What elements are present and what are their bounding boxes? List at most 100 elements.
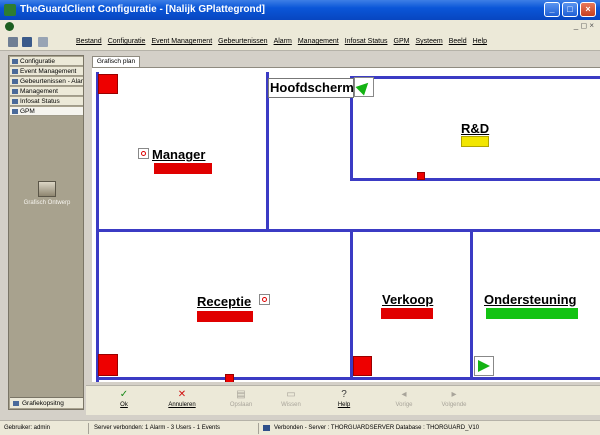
tab-graphic-plan[interactable]: Grafisch plan (92, 56, 140, 67)
floorplan-designer-icon (38, 181, 56, 197)
menu-item-help[interactable]: Help (473, 38, 487, 45)
ok-button[interactable]: ✓ Ok (106, 389, 142, 408)
wall (350, 178, 600, 181)
button-label: Help (337, 402, 351, 408)
sensor-icon[interactable] (138, 148, 149, 159)
camera-icon[interactable] (354, 77, 374, 97)
sensor-icon[interactable] (259, 294, 270, 305)
close-button[interactable]: × (580, 2, 596, 17)
room-label-receptie[interactable]: Receptie (197, 295, 251, 309)
folder-icon (12, 89, 18, 94)
status-user: Gebruiker: admin (4, 425, 51, 431)
rnd-status-bar (461, 136, 489, 147)
status-connection: Verbonden - Server : THORGUARDSERVER Dat… (274, 425, 480, 431)
room-label-manager[interactable]: Manager (152, 148, 205, 162)
annuleren-button[interactable]: ✕ Annuleren (164, 389, 200, 408)
sidebar-item-gpm[interactable]: GPM (10, 107, 83, 116)
room-label-verkoop[interactable]: Verkoop (382, 293, 433, 307)
sidebar-item-gebeurtenissen-alar[interactable]: Gebeurtenissen - Alar (10, 77, 83, 86)
help-button[interactable]: ? Help (326, 389, 362, 408)
status-icon (12, 99, 18, 104)
status-bar: Gebruiker: admin Server verbonden: 1 Ala… (0, 420, 600, 435)
refresh-icon[interactable] (8, 37, 18, 47)
button-label: Opslaan (229, 402, 253, 408)
checkmark-icon: ✓ (119, 389, 129, 400)
menu-bar: Bestand Configuratie Event Management Gebeu… (0, 34, 600, 51)
status-separator (258, 423, 259, 434)
sidebar-item-label: Event Management (20, 68, 77, 75)
sidebar-item-event-management[interactable]: Event Management (10, 67, 83, 76)
wall (96, 377, 600, 380)
sidebar-item-label: Gebeurtenissen - Alar (20, 78, 83, 85)
button-label: Annuleren (168, 402, 196, 408)
window-icon[interactable] (38, 37, 48, 47)
manager-status-bar (154, 163, 212, 174)
menu-item-gebeurtenissen[interactable]: Gebeurtenissen (218, 38, 267, 45)
vorige-button[interactable]: ◂ Vorige (386, 389, 422, 408)
door-sensor[interactable] (225, 374, 234, 382)
button-label: Volgende (441, 402, 467, 408)
room-label-rnd[interactable]: R&D (461, 122, 489, 136)
door-sensor[interactable] (417, 172, 425, 180)
save-icon: ▤ (236, 389, 246, 400)
wall (470, 231, 473, 379)
sidebar-item-infosat-status[interactable]: Infosat Status (10, 97, 83, 106)
menu-item-systeem[interactable]: Systeem (415, 38, 442, 45)
room-label-ondersteuning[interactable]: Ondersteuning (484, 293, 576, 307)
camera-icon[interactable] (474, 356, 494, 376)
button-label: Ok (120, 402, 128, 408)
alarm-zone-square[interactable] (353, 356, 372, 376)
button-label: Wissen (281, 402, 301, 408)
list-icon (12, 79, 18, 84)
maximize-button[interactable]: □ (562, 2, 578, 17)
title-bar: TheGuardClient Configuratie - [Nalijk GP… (0, 0, 600, 20)
room-label-hoofdscherm[interactable]: Hoofdscherm (270, 81, 354, 95)
minimize-button[interactable]: _ (544, 2, 560, 17)
mdi-bar: _ ◻ × (0, 20, 600, 34)
sidebar-item-label: GPM (20, 108, 35, 115)
alarm-zone-square[interactable] (98, 354, 118, 376)
receptie-status-bar (197, 311, 253, 322)
sidebar-item-management[interactable]: Management (10, 87, 83, 96)
sidebar-bottom-label: Grafiekopsitng (22, 400, 64, 407)
menu-item-management[interactable]: Management (298, 38, 339, 45)
alarm-zone-square[interactable] (98, 74, 118, 94)
menu-item-configuratie[interactable]: Configuratie (108, 38, 146, 45)
app-icon (4, 4, 16, 16)
wall (96, 229, 600, 232)
menu-item-infosat-status[interactable]: Infosat Status (345, 38, 388, 45)
sidebar-item-label: Configuratie (20, 58, 56, 65)
menu-item-gpm[interactable]: GPM (394, 38, 410, 45)
action-toolbar: ✓ Ok ✕ Annuleren ▤ Opslaan ▭ Wissen? Help ◂ Vorige… (86, 385, 600, 415)
menu-items: Bestand Configuratie Event Management Gebeu… (76, 38, 487, 45)
volgende-button[interactable]: ▸ Volgende (436, 389, 472, 408)
connection-icon (263, 425, 270, 431)
menu-item-alarm[interactable]: Alarm (274, 38, 292, 45)
menu-item-event-management[interactable]: Event Management (151, 38, 212, 45)
opslaan-button[interactable]: ▤ Opslaan (223, 389, 259, 408)
wall (96, 72, 99, 382)
wall (350, 76, 600, 79)
chart-icon (13, 401, 19, 406)
sidebar-item-label: Infosat Status (20, 98, 60, 105)
status-server: Server verbonden: 1 Alarm - 3 Users - 1 … (94, 425, 221, 431)
sidebar-item-label: Management (20, 88, 58, 95)
mdi-window-controls[interactable]: _ ◻ × (574, 21, 594, 30)
ondersteuning-status-bar (486, 308, 578, 319)
settings-icon[interactable] (22, 37, 32, 47)
document-icon (5, 22, 14, 31)
sidebar-item-configuratie[interactable]: Configuratie (10, 57, 83, 66)
menu-item-beeld[interactable]: Beeld (449, 38, 467, 45)
help-icon: ? (341, 389, 347, 400)
menu-item-bestand[interactable]: Bestand (76, 38, 102, 45)
status-separator (88, 423, 89, 434)
wissen-button[interactable]: ▭ Wissen (273, 389, 309, 408)
window-title: TheGuardClient Configuratie - [Nalijk GP… (20, 4, 266, 15)
sidebar-bottom-item[interactable]: Grafiekopsitng (10, 397, 83, 408)
forward-icon: ▸ (451, 389, 457, 400)
event-icon (12, 69, 18, 74)
floor-plan-canvas: Hoofdscherm Manager R&D Receptie Verkoop… (92, 67, 600, 382)
graphic-design-item[interactable]: Grafisch Ontwerp (15, 181, 79, 206)
graphic-design-label: Grafisch Ontwerp (23, 200, 71, 206)
verkoop-status-bar (381, 308, 433, 319)
